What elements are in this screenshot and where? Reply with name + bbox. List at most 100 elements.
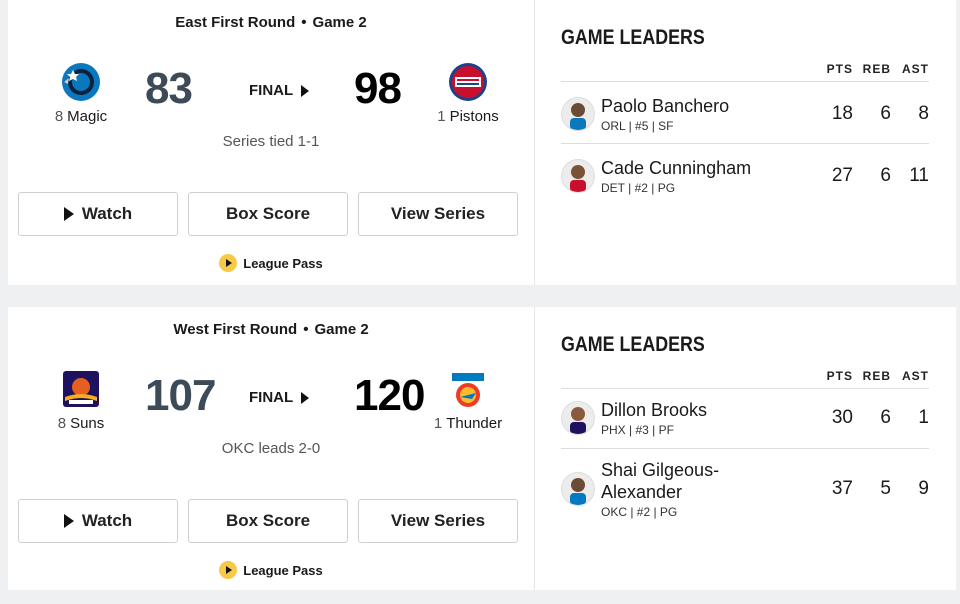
team-seed: 1: [437, 108, 446, 125]
leader-row[interactable]: Cade Cunningham DET | #2 | PG 27 6 11: [561, 157, 929, 195]
player-meta: ORL | #5 | SF: [601, 119, 674, 133]
reb-header: REB: [862, 62, 891, 76]
game-summary[interactable]: East First Round • Game 2 8 Magic 83 FINAL …: [8, 0, 535, 285]
away-team[interactable]: 8 Suns: [26, 367, 136, 432]
final-label: FINAL: [249, 82, 294, 99]
box-score-label: Box Score: [225, 204, 311, 223]
player-info: Paolo Banchero ORL | #5 | SF: [601, 95, 815, 133]
okc-thunder-logo-icon: [452, 373, 484, 407]
play-icon: [63, 514, 74, 528]
series-status: Series tied 1-1: [222, 133, 320, 150]
ast-header: AST: [902, 62, 929, 76]
player-ast: 9: [918, 478, 929, 499]
watch-button[interactable]: Watch: [18, 192, 178, 236]
away-team-name: 8 Suns: [26, 415, 136, 432]
away-team[interactable]: 8 Magic: [26, 60, 136, 125]
game-number-label: Game 2: [314, 321, 369, 338]
watch-label: Watch: [81, 204, 133, 223]
play-icon: [63, 207, 74, 221]
game-leaders-panel: GAME LEADERS PTS REB AST Dillon Brooks P…: [535, 307, 956, 590]
watch-label: Watch: [81, 511, 133, 530]
away-score: 107: [145, 371, 216, 420]
player-info: Shai Gilgeous-Alexander OKC | #2 | PG: [601, 459, 815, 519]
action-buttons: Watch Box Score View Series: [18, 192, 518, 236]
player-reb: 6: [880, 103, 891, 124]
caret-right-icon: [301, 391, 310, 404]
player-ast: 11: [909, 165, 929, 186]
separator-dot: •: [301, 14, 307, 31]
detroit-pistons-logo-icon: [449, 63, 487, 101]
player-pts: 30: [831, 407, 853, 428]
player-meta: OKC | #2 | PG: [601, 505, 678, 519]
player-ast: 8: [918, 103, 929, 124]
series-status: OKC leads 2-0: [221, 440, 321, 457]
game-status[interactable]: FINAL: [249, 389, 310, 406]
team-name: Thunder: [446, 415, 503, 432]
divider: [561, 448, 929, 449]
round-label: East First Round: [175, 14, 296, 31]
view-series-button[interactable]: View Series: [358, 192, 518, 236]
player-meta: DET | #2 | PG: [601, 181, 676, 195]
stat-headers: PTS REB AST: [815, 62, 929, 76]
game-card[interactable]: East First Round • Game 2 8 Magic 83 FINAL …: [8, 0, 956, 285]
leader-row[interactable]: Paolo Banchero ORL | #5 | SF 18 6 8: [561, 95, 929, 133]
player-name: Shai Gilgeous-Alexander: [601, 460, 720, 502]
home-team[interactable]: 1 Thunder: [413, 367, 523, 432]
team-name: Magic: [67, 108, 108, 125]
game-summary[interactable]: West First Round • Game 2 8 Suns 107 FINAL …: [8, 307, 535, 590]
player-reb: 5: [880, 478, 891, 499]
round-title: East First Round • Game 2: [8, 14, 534, 31]
team-name: Suns: [70, 415, 105, 432]
leader-row[interactable]: Shai Gilgeous-Alexander OKC | #2 | PG 37…: [561, 459, 929, 519]
player-avatar: [561, 159, 595, 193]
game-status[interactable]: FINAL: [249, 82, 310, 99]
round-title: West First Round • Game 2: [8, 321, 534, 338]
game-leaders-title: GAME LEADERS: [561, 26, 705, 49]
divider: [561, 81, 929, 82]
game-number-label: Game 2: [312, 14, 367, 31]
player-pts: 18: [831, 103, 853, 124]
league-pass-link[interactable]: League Pass: [8, 561, 534, 579]
away-score: 83: [145, 64, 193, 113]
home-team-name: 1 Thunder: [413, 415, 523, 432]
league-pass-play-icon: [219, 254, 238, 272]
player-ast: 1: [918, 407, 929, 428]
pts-header: PTS: [826, 62, 853, 76]
reb-header: REB: [862, 369, 891, 383]
player-avatar: [561, 97, 595, 131]
home-team-name: 1 Pistons: [413, 108, 523, 125]
game-leaders-title: GAME LEADERS: [561, 333, 705, 356]
league-pass-play-icon: [219, 561, 238, 579]
view-series-label: View Series: [390, 511, 486, 530]
game-card[interactable]: West First Round • Game 2 8 Suns 107 FINAL …: [8, 307, 956, 590]
stat-headers: PTS REB AST: [815, 369, 929, 383]
box-score-button[interactable]: Box Score: [188, 192, 348, 236]
league-pass-label: League Pass: [243, 255, 323, 271]
phoenix-suns-logo-icon: [63, 371, 99, 407]
view-series-label: View Series: [390, 204, 486, 223]
ast-header: AST: [902, 369, 929, 383]
player-name: Dillon Brooks: [601, 400, 708, 420]
box-score-button[interactable]: Box Score: [188, 499, 348, 543]
team-seed: 1: [433, 415, 443, 432]
leader-row[interactable]: Dillon Brooks PHX | #3 | PF 30 6 1: [561, 399, 929, 437]
box-score-label: Box Score: [225, 511, 311, 530]
player-pts: 27: [831, 165, 853, 186]
action-buttons: Watch Box Score View Series: [18, 499, 518, 543]
divider: [561, 143, 929, 144]
home-team[interactable]: 1 Pistons: [413, 60, 523, 125]
watch-button[interactable]: Watch: [18, 499, 178, 543]
league-pass-link[interactable]: League Pass: [8, 254, 534, 272]
league-pass-label: League Pass: [243, 562, 323, 578]
player-meta: PHX | #3 | PF: [601, 423, 674, 437]
separator-dot: •: [303, 321, 309, 338]
player-avatar: [561, 401, 595, 435]
final-label: FINAL: [249, 389, 294, 406]
player-reb: 6: [880, 407, 891, 428]
view-series-button[interactable]: View Series: [358, 499, 518, 543]
team-name: Pistons: [449, 108, 499, 125]
divider: [561, 388, 929, 389]
player-pts: 37: [831, 478, 853, 499]
orlando-magic-logo-icon: [62, 63, 100, 101]
team-seed: 8: [57, 415, 67, 432]
